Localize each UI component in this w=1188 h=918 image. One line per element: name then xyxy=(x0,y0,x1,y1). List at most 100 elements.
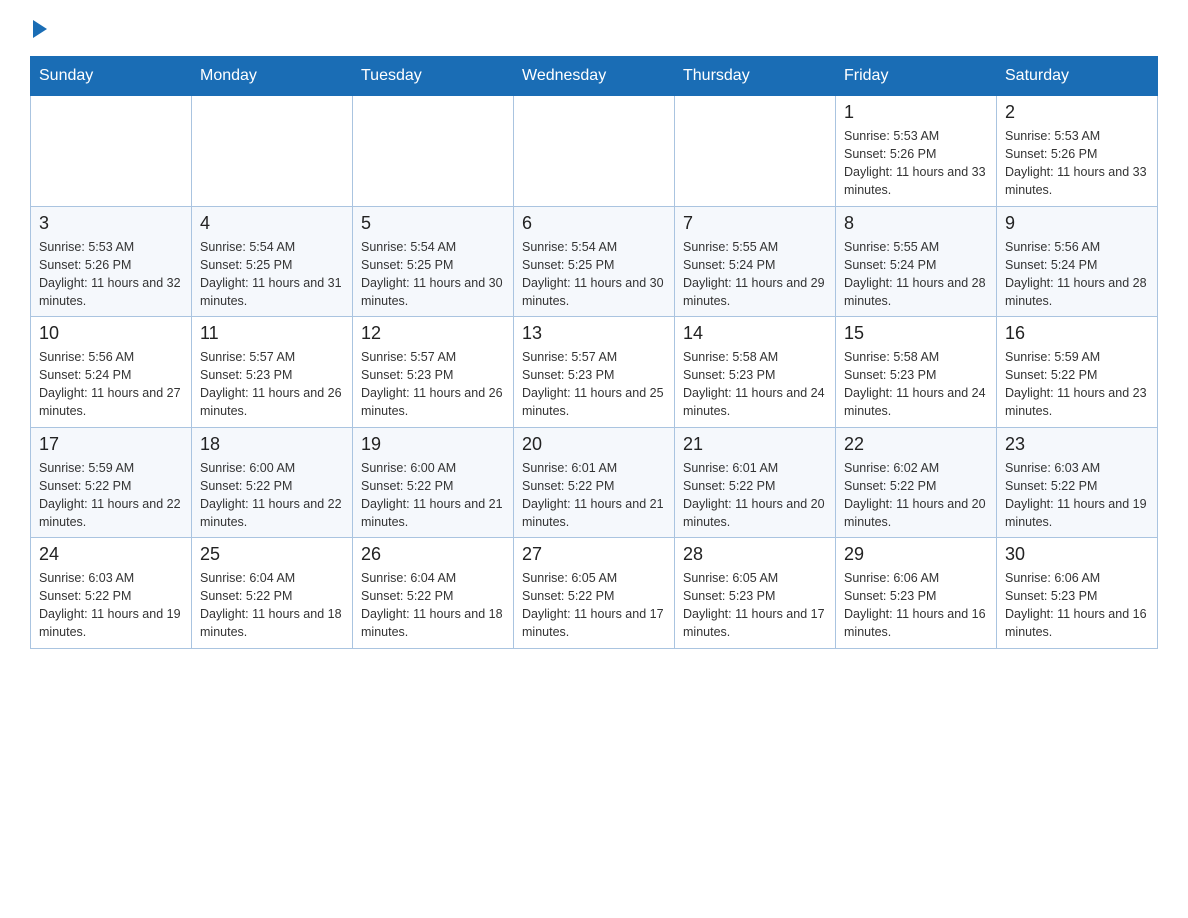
calendar-cell: 17 Sunrise: 5:59 AMSunset: 5:22 PMDayligh… xyxy=(31,427,192,538)
day-number: 8 xyxy=(844,213,988,234)
logo-arrow-icon xyxy=(33,20,47,38)
calendar-week-row: 3 Sunrise: 5:53 AMSunset: 5:26 PMDaylight… xyxy=(31,206,1158,317)
calendar-cell xyxy=(192,96,353,207)
page-header xyxy=(30,20,1158,36)
day-info: Sunrise: 5:56 AMSunset: 5:24 PMDaylight:… xyxy=(39,348,183,421)
day-number: 6 xyxy=(522,213,666,234)
day-number: 19 xyxy=(361,434,505,455)
day-info: Sunrise: 5:54 AMSunset: 5:25 PMDaylight:… xyxy=(522,238,666,311)
day-number: 1 xyxy=(844,102,988,123)
day-info: Sunrise: 6:03 AMSunset: 5:22 PMDaylight:… xyxy=(1005,459,1149,532)
calendar-cell: 21 Sunrise: 6:01 AMSunset: 5:22 PMDayligh… xyxy=(675,427,836,538)
day-number: 26 xyxy=(361,544,505,565)
calendar-cell: 23 Sunrise: 6:03 AMSunset: 5:22 PMDayligh… xyxy=(997,427,1158,538)
day-number: 18 xyxy=(200,434,344,455)
calendar-cell: 4 Sunrise: 5:54 AMSunset: 5:25 PMDaylight… xyxy=(192,206,353,317)
day-info: Sunrise: 5:56 AMSunset: 5:24 PMDaylight:… xyxy=(1005,238,1149,311)
calendar-cell: 24 Sunrise: 6:03 AMSunset: 5:22 PMDayligh… xyxy=(31,538,192,649)
day-number: 17 xyxy=(39,434,183,455)
day-number: 7 xyxy=(683,213,827,234)
calendar-cell: 6 Sunrise: 5:54 AMSunset: 5:25 PMDaylight… xyxy=(514,206,675,317)
day-number: 15 xyxy=(844,323,988,344)
calendar-cell: 15 Sunrise: 5:58 AMSunset: 5:23 PMDayligh… xyxy=(836,317,997,428)
day-info: Sunrise: 6:02 AMSunset: 5:22 PMDaylight:… xyxy=(844,459,988,532)
weekday-header-wednesday: Wednesday xyxy=(514,57,675,96)
calendar-cell: 11 Sunrise: 5:57 AMSunset: 5:23 PMDayligh… xyxy=(192,317,353,428)
day-number: 5 xyxy=(361,213,505,234)
day-number: 12 xyxy=(361,323,505,344)
day-info: Sunrise: 6:01 AMSunset: 5:22 PMDaylight:… xyxy=(683,459,827,532)
day-info: Sunrise: 5:55 AMSunset: 5:24 PMDaylight:… xyxy=(683,238,827,311)
day-number: 24 xyxy=(39,544,183,565)
day-info: Sunrise: 6:05 AMSunset: 5:23 PMDaylight:… xyxy=(683,569,827,642)
calendar-cell: 3 Sunrise: 5:53 AMSunset: 5:26 PMDaylight… xyxy=(31,206,192,317)
weekday-header-row: SundayMondayTuesdayWednesdayThursdayFrid… xyxy=(31,57,1158,96)
day-info: Sunrise: 6:00 AMSunset: 5:22 PMDaylight:… xyxy=(200,459,344,532)
calendar-cell: 1 Sunrise: 5:53 AMSunset: 5:26 PMDaylight… xyxy=(836,96,997,207)
day-info: Sunrise: 6:04 AMSunset: 5:22 PMDaylight:… xyxy=(361,569,505,642)
day-info: Sunrise: 6:00 AMSunset: 5:22 PMDaylight:… xyxy=(361,459,505,532)
day-number: 25 xyxy=(200,544,344,565)
calendar-cell: 20 Sunrise: 6:01 AMSunset: 5:22 PMDayligh… xyxy=(514,427,675,538)
calendar-cell: 5 Sunrise: 5:54 AMSunset: 5:25 PMDaylight… xyxy=(353,206,514,317)
day-info: Sunrise: 5:59 AMSunset: 5:22 PMDaylight:… xyxy=(1005,348,1149,421)
logo xyxy=(30,20,47,36)
weekday-header-tuesday: Tuesday xyxy=(353,57,514,96)
day-info: Sunrise: 5:53 AMSunset: 5:26 PMDaylight:… xyxy=(1005,127,1149,200)
calendar-week-row: 1 Sunrise: 5:53 AMSunset: 5:26 PMDaylight… xyxy=(31,96,1158,207)
day-number: 11 xyxy=(200,323,344,344)
calendar-week-row: 24 Sunrise: 6:03 AMSunset: 5:22 PMDayligh… xyxy=(31,538,1158,649)
day-info: Sunrise: 5:59 AMSunset: 5:22 PMDaylight:… xyxy=(39,459,183,532)
day-info: Sunrise: 6:03 AMSunset: 5:22 PMDaylight:… xyxy=(39,569,183,642)
day-number: 14 xyxy=(683,323,827,344)
day-info: Sunrise: 6:06 AMSunset: 5:23 PMDaylight:… xyxy=(844,569,988,642)
day-info: Sunrise: 6:05 AMSunset: 5:22 PMDaylight:… xyxy=(522,569,666,642)
calendar-cell xyxy=(675,96,836,207)
day-info: Sunrise: 5:53 AMSunset: 5:26 PMDaylight:… xyxy=(39,238,183,311)
day-number: 13 xyxy=(522,323,666,344)
calendar-cell: 13 Sunrise: 5:57 AMSunset: 5:23 PMDayligh… xyxy=(514,317,675,428)
day-number: 28 xyxy=(683,544,827,565)
calendar-cell: 16 Sunrise: 5:59 AMSunset: 5:22 PMDayligh… xyxy=(997,317,1158,428)
calendar-cell xyxy=(353,96,514,207)
weekday-header-thursday: Thursday xyxy=(675,57,836,96)
day-info: Sunrise: 5:57 AMSunset: 5:23 PMDaylight:… xyxy=(361,348,505,421)
day-number: 23 xyxy=(1005,434,1149,455)
day-info: Sunrise: 5:57 AMSunset: 5:23 PMDaylight:… xyxy=(522,348,666,421)
day-number: 27 xyxy=(522,544,666,565)
calendar-cell: 28 Sunrise: 6:05 AMSunset: 5:23 PMDayligh… xyxy=(675,538,836,649)
day-number: 3 xyxy=(39,213,183,234)
calendar-cell: 19 Sunrise: 6:00 AMSunset: 5:22 PMDayligh… xyxy=(353,427,514,538)
calendar-table: SundayMondayTuesdayWednesdayThursdayFrid… xyxy=(30,56,1158,649)
day-number: 20 xyxy=(522,434,666,455)
calendar-week-row: 17 Sunrise: 5:59 AMSunset: 5:22 PMDayligh… xyxy=(31,427,1158,538)
day-info: Sunrise: 5:57 AMSunset: 5:23 PMDaylight:… xyxy=(200,348,344,421)
calendar-cell xyxy=(514,96,675,207)
calendar-cell: 29 Sunrise: 6:06 AMSunset: 5:23 PMDayligh… xyxy=(836,538,997,649)
calendar-cell: 30 Sunrise: 6:06 AMSunset: 5:23 PMDayligh… xyxy=(997,538,1158,649)
day-info: Sunrise: 6:06 AMSunset: 5:23 PMDaylight:… xyxy=(1005,569,1149,642)
calendar-week-row: 10 Sunrise: 5:56 AMSunset: 5:24 PMDayligh… xyxy=(31,317,1158,428)
calendar-cell: 12 Sunrise: 5:57 AMSunset: 5:23 PMDayligh… xyxy=(353,317,514,428)
day-number: 2 xyxy=(1005,102,1149,123)
calendar-cell: 25Sunrise: 6:04 AMSunset: 5:22 PMDayligh… xyxy=(192,538,353,649)
day-number: 29 xyxy=(844,544,988,565)
calendar-cell: 26 Sunrise: 6:04 AMSunset: 5:22 PMDayligh… xyxy=(353,538,514,649)
day-info: Sunrise: 5:58 AMSunset: 5:23 PMDaylight:… xyxy=(683,348,827,421)
day-info: Sunrise: 5:58 AMSunset: 5:23 PMDaylight:… xyxy=(844,348,988,421)
day-number: 21 xyxy=(683,434,827,455)
day-info: Sunrise: 5:54 AMSunset: 5:25 PMDaylight:… xyxy=(200,238,344,311)
day-info: Sunrise: 5:54 AMSunset: 5:25 PMDaylight:… xyxy=(361,238,505,311)
calendar-cell: 8Sunrise: 5:55 AMSunset: 5:24 PMDaylight… xyxy=(836,206,997,317)
day-number: 16 xyxy=(1005,323,1149,344)
day-number: 4 xyxy=(200,213,344,234)
day-info: Sunrise: 5:53 AMSunset: 5:26 PMDaylight:… xyxy=(844,127,988,200)
calendar-cell: 14 Sunrise: 5:58 AMSunset: 5:23 PMDayligh… xyxy=(675,317,836,428)
calendar-cell xyxy=(31,96,192,207)
day-number: 30 xyxy=(1005,544,1149,565)
weekday-header-saturday: Saturday xyxy=(997,57,1158,96)
calendar-cell: 22Sunrise: 6:02 AMSunset: 5:22 PMDayligh… xyxy=(836,427,997,538)
day-number: 10 xyxy=(39,323,183,344)
calendar-cell: 7 Sunrise: 5:55 AMSunset: 5:24 PMDaylight… xyxy=(675,206,836,317)
day-info: Sunrise: 6:01 AMSunset: 5:22 PMDaylight:… xyxy=(522,459,666,532)
